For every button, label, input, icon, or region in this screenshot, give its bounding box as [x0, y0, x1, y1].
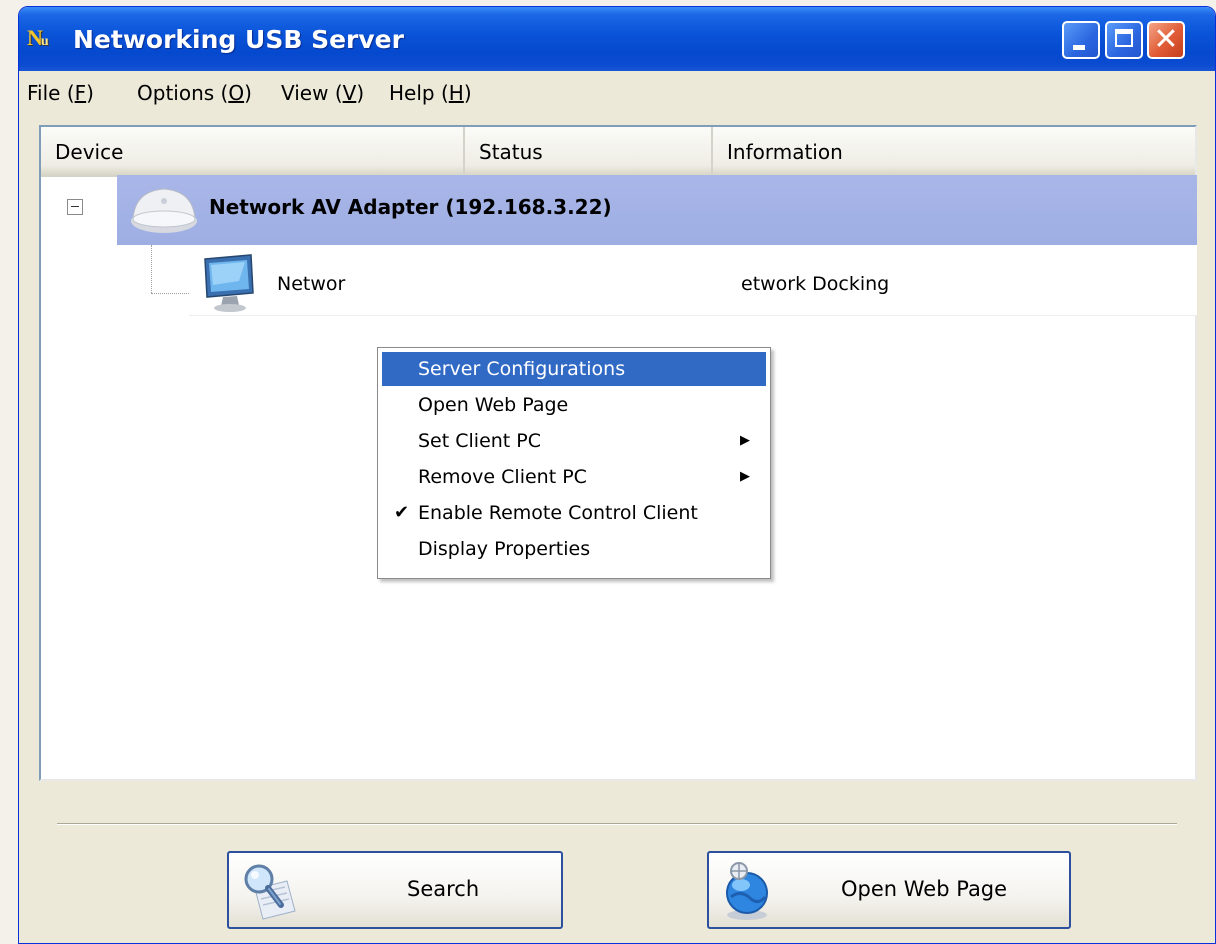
network-adapter-icon [131, 188, 197, 233]
menu-item-open-web-page[interactable]: Open Web Page [382, 388, 766, 422]
tree-connector [151, 245, 152, 293]
close-button[interactable]: ✕ [1147, 21, 1185, 59]
menu-item-remove-client-pc[interactable]: Remove Client PC ▶ [382, 460, 766, 494]
maximize-icon [1115, 29, 1133, 47]
context-menu: Server Configurations Open Web Page Set … [377, 347, 771, 579]
device-label: Networ [277, 273, 346, 295]
submenu-arrow-icon: ▶ [740, 469, 750, 484]
minimize-icon [1073, 45, 1085, 50]
menu-view[interactable]: View (V) [281, 81, 364, 105]
submenu-arrow-icon: ▶ [740, 433, 750, 448]
open-web-page-button-label: Open Web Page [841, 877, 1008, 901]
search-button[interactable]: Search [227, 851, 563, 929]
tree-connector-branch [151, 293, 191, 294]
search-button-label: Search [407, 877, 480, 901]
collapse-toggle[interactable] [67, 199, 83, 215]
close-icon: ✕ [1153, 22, 1179, 57]
window-title: Networking USB Server [73, 25, 404, 54]
open-web-page-button[interactable]: Open Web Page [707, 851, 1071, 929]
adapter-label: Network AV Adapter (192.168.3.22) [209, 195, 612, 219]
column-header-information[interactable]: Information [713, 127, 1199, 175]
menu-help[interactable]: Help (H) [389, 81, 472, 105]
device-information: etwork Docking [741, 273, 890, 295]
minimize-button[interactable] [1062, 21, 1100, 59]
menu-options[interactable]: Options (O) [137, 81, 252, 105]
checkmark-icon: ✔ [394, 502, 410, 523]
divider [57, 823, 1177, 825]
device-list[interactable]: Device Status Information Network AV Ada… [39, 125, 1197, 781]
menu-item-set-client-pc[interactable]: Set Client PC ▶ [382, 424, 766, 458]
menu-item-enable-remote-control-client[interactable]: ✔ Enable Remote Control Client [382, 496, 766, 530]
column-header-device[interactable]: Device [41, 127, 465, 175]
column-header-status[interactable]: Status [465, 127, 713, 175]
list-header: Device Status Information [41, 127, 1195, 177]
globe-icon [726, 862, 768, 920]
menu-bar: File (F) Options (O) View (V) Help (H) [19, 71, 1215, 119]
app-logo-icon: Nu [27, 25, 49, 50]
menu-item-server-configurations[interactable]: Server Configurations [382, 352, 766, 386]
monitor-icon [204, 254, 254, 312]
maximize-button[interactable] [1105, 21, 1143, 59]
search-magnifier-icon [244, 864, 296, 920]
app-window: Nu Networking USB Server ✕ File (F) Opti… [18, 6, 1216, 944]
title-bar[interactable]: Nu Networking USB Server ✕ [19, 7, 1215, 71]
menu-item-display-properties[interactable]: Display Properties [382, 532, 766, 566]
menu-file[interactable]: File (F) [27, 81, 94, 105]
